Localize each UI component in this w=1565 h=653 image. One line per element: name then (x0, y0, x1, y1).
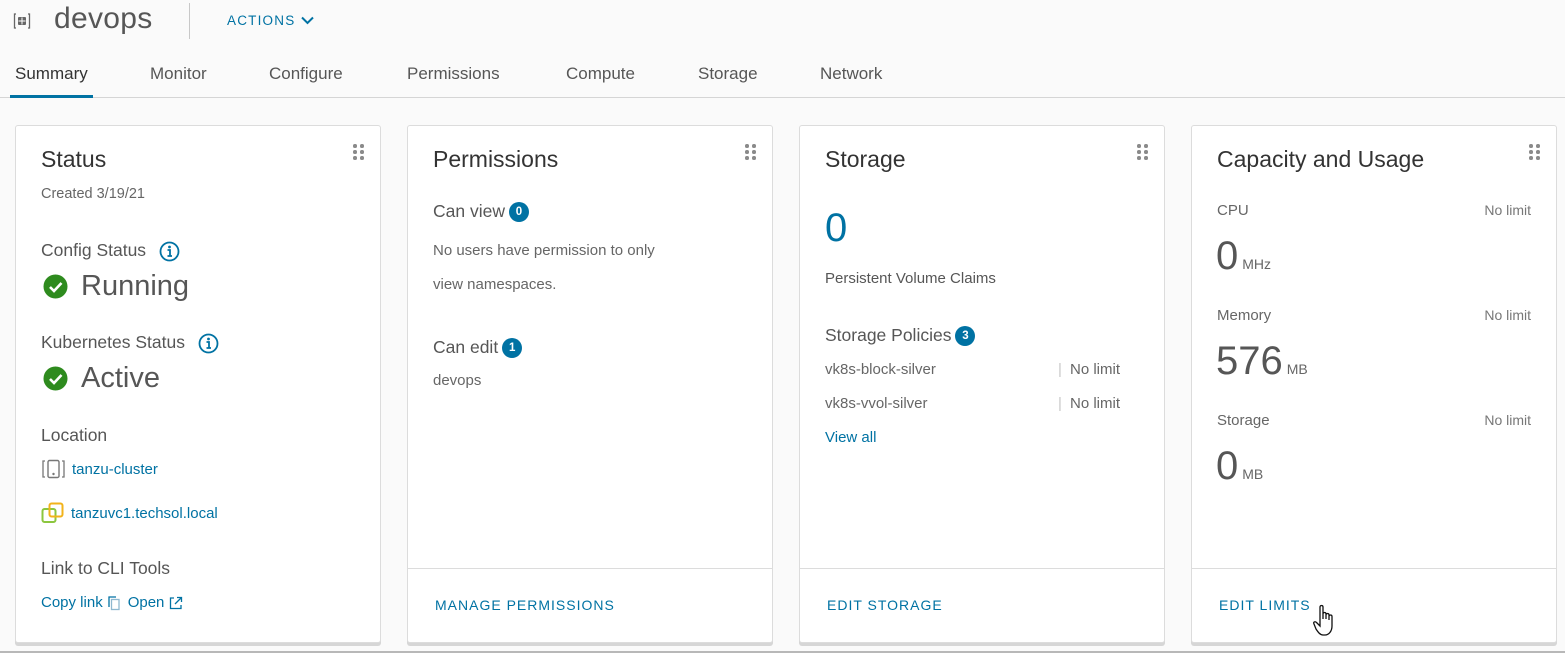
can-view-label: Can view 0 (433, 201, 529, 223)
vcenter-link[interactable]: tanzuvc1.techsol.local (41, 502, 218, 524)
page-title: devops (54, 2, 153, 35)
permissions-card: Permissions Can view 0 No users have perm… (407, 125, 773, 643)
capacity-usage-card: Capacity and Usage CPU No limit 0 MHz Mem… (1191, 125, 1557, 643)
card-title: Status (41, 146, 107, 172)
storage-card: Storage 0 Persistent Volume Claims Stora… (799, 125, 1165, 643)
memory-label: Memory (1217, 307, 1272, 324)
copy-icon[interactable] (107, 595, 121, 611)
vcenter-icon (41, 502, 64, 523)
storage-policies-count-badge: 3 (955, 326, 976, 347)
card-footer: EDIT STORAGE (800, 568, 1164, 642)
cpu-label: CPU (1217, 202, 1249, 219)
manage-permissions-button[interactable]: MANAGE PERMISSIONS (435, 597, 615, 613)
tab-compute[interactable]: Compute (566, 64, 635, 98)
created-date: Created 3/19/21 (41, 186, 145, 202)
policy-row: vk8s-vvol-silver | No limit (825, 395, 1121, 412)
storage-limit: No limit (1484, 412, 1531, 428)
tab-permissions[interactable]: Permissions (407, 64, 500, 98)
edit-limits-button[interactable]: EDIT LIMITS (1219, 597, 1311, 613)
memory-value: 576 MB (1216, 339, 1308, 383)
tab-bar: Summary Monitor Configure Permissions Co… (0, 56, 1565, 98)
info-icon[interactable] (198, 333, 219, 354)
cluster-icon (42, 459, 65, 479)
cli-tools-label: Link to CLI Tools (41, 558, 171, 578)
drag-handle-icon[interactable] (1529, 144, 1541, 162)
actions-menu-button[interactable]: ACTIONS (227, 13, 315, 28)
chevron-down-icon (301, 16, 315, 25)
policy-row: vk8s-block-silver | No limit (825, 361, 1121, 378)
pvc-count-link[interactable]: 0 (825, 206, 847, 251)
drag-handle-icon[interactable] (1137, 144, 1149, 162)
hand-pointer-cursor-icon (1313, 604, 1333, 636)
drag-handle-icon[interactable] (745, 144, 757, 162)
copy-link[interactable]: Copy link (41, 594, 103, 611)
storage-label: Storage (1217, 412, 1270, 429)
card-title: Permissions (433, 146, 559, 172)
tab-summary[interactable]: Summary (10, 64, 93, 98)
config-status-value: Running (43, 270, 189, 303)
cpu-limit: No limit (1484, 202, 1531, 218)
tab-network[interactable]: Network (820, 64, 882, 98)
external-link-icon[interactable] (168, 595, 184, 611)
check-circle-icon (43, 274, 68, 299)
cluster-link[interactable]: tanzu-cluster (41, 459, 158, 479)
can-view-empty-text: No users have permission to only view na… (433, 242, 655, 293)
page-header: devops ACTIONS (0, 0, 1565, 44)
separator: | (1058, 361, 1062, 378)
tab-monitor[interactable]: Monitor (150, 64, 207, 98)
header-divider (189, 3, 190, 39)
location-label: Location (41, 425, 108, 445)
can-edit-count-badge: 1 (502, 338, 523, 359)
status-card: Status Created 3/19/21 Config Status Run… (15, 125, 381, 643)
cli-links: Copy link Open (41, 594, 184, 611)
actions-label: ACTIONS (227, 13, 296, 28)
storage-policies-label: Storage Policies 3 (825, 325, 976, 347)
can-view-count-badge: 0 (508, 202, 529, 223)
cpu-value: 0 MHz (1216, 234, 1272, 278)
info-icon[interactable] (159, 241, 180, 262)
drag-handle-icon[interactable] (353, 144, 365, 162)
pvc-label: Persistent Volume Claims (825, 270, 996, 287)
storage-value: 0 MB (1216, 444, 1264, 488)
view-all-link[interactable]: View all (825, 429, 876, 446)
memory-limit: No limit (1484, 307, 1531, 323)
config-status-label: Config Status (41, 240, 180, 262)
can-edit-user: devops (433, 372, 482, 389)
can-edit-label: Can edit 1 (433, 337, 523, 359)
card-footer: MANAGE PERMISSIONS (408, 568, 772, 642)
tab-configure[interactable]: Configure (269, 64, 343, 98)
open-link[interactable]: Open (128, 594, 165, 611)
check-circle-icon (43, 366, 68, 391)
separator: | (1058, 395, 1062, 412)
edit-storage-button[interactable]: EDIT STORAGE (827, 597, 943, 613)
card-title: Capacity and Usage (1217, 146, 1425, 172)
k8s-status-value: Active (43, 362, 160, 395)
card-title: Storage (825, 146, 906, 172)
namespace-icon (13, 13, 31, 29)
card-footer: EDIT LIMITS (1192, 568, 1556, 642)
k8s-status-label: Kubernetes Status (41, 332, 219, 354)
tab-storage[interactable]: Storage (698, 64, 758, 98)
